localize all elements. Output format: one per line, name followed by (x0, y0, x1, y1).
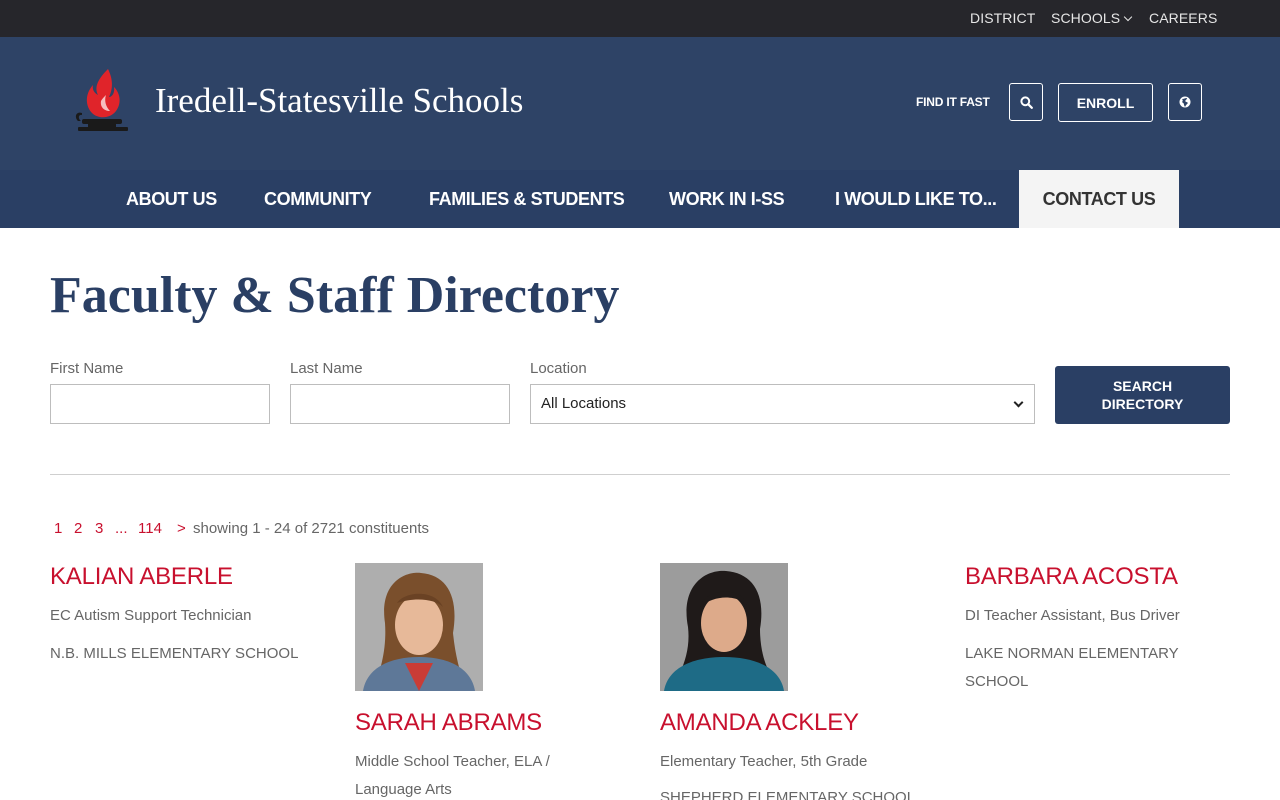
header-search-button[interactable] (1009, 83, 1043, 121)
utility-link-district[interactable]: DISTRICT (970, 10, 1035, 26)
search-directory-button[interactable]: SEARCH DIRECTORY (1055, 366, 1230, 424)
main-nav: ABOUT US COMMUNITY FAMILIES & STUDENTS W… (0, 170, 1280, 228)
chevron-down-icon (1013, 397, 1024, 408)
nav-item-contact-us[interactable]: CONTACT US (1019, 170, 1179, 228)
last-name-label: Last Name (290, 360, 363, 377)
chevron-down-icon (1123, 12, 1133, 22)
location-label: Location (530, 360, 587, 377)
utility-link-schools-label: SCHOOLS (1051, 10, 1121, 26)
search-directory-button-line1: SEARCH (1112, 378, 1173, 394)
location-select-value: All Locations (541, 395, 627, 412)
nav-item-community[interactable]: COMMUNITY (264, 170, 372, 228)
first-name-label: First Name (50, 360, 124, 377)
person-school-line2: SCHOOL (965, 673, 1029, 690)
person-school: N.B. MILLS ELEMENTARY SCHOOL (50, 645, 299, 662)
flame-lamp-logo-icon[interactable] (70, 65, 132, 135)
find-it-fast-link[interactable]: FIND IT FAST (916, 95, 990, 109)
utility-link-careers[interactable]: CAREERS (1149, 10, 1217, 26)
pagination-info: showing 1 - 24 of 2721 constituents (193, 520, 429, 537)
person-name[interactable]: SARAH ABRAMS (355, 709, 542, 737)
person-school-line1: LAKE NORMAN ELEMENTARY (965, 645, 1179, 662)
person-photo[interactable] (660, 563, 788, 691)
nav-item-i-would-like-to[interactable]: I WOULD LIKE TO... (835, 170, 997, 228)
globe-icon (1179, 96, 1191, 108)
person-title: Elementary Teacher, 5th Grade (660, 753, 868, 770)
person-name[interactable]: BARBARA ACOSTA (965, 563, 1178, 591)
search-icon (1019, 95, 1033, 109)
person-title: EC Autism Support Technician (50, 607, 252, 624)
nav-item-about-us[interactable]: ABOUT US (126, 170, 217, 228)
utility-bar: DISTRICT SCHOOLS CAREERS (0, 0, 1280, 37)
person-photo[interactable] (355, 563, 483, 691)
utility-link-schools[interactable]: SCHOOLS (1051, 10, 1133, 26)
page-link-ellipsis[interactable]: ... (115, 520, 128, 537)
page-link-114[interactable]: 114 (138, 520, 162, 537)
language-button[interactable] (1168, 83, 1202, 121)
site-title[interactable]: Iredell-Statesville Schools (155, 81, 523, 121)
page-link-1[interactable]: 1 (54, 520, 62, 537)
divider (50, 474, 1230, 475)
nav-item-families-students[interactable]: FAMILIES & STUDENTS (429, 170, 625, 228)
page-link-2[interactable]: 2 (74, 520, 82, 537)
nav-item-work-in-iss[interactable]: WORK IN I-SS (669, 170, 785, 228)
person-name[interactable]: KALIAN ABERLE (50, 563, 233, 591)
page-link-3[interactable]: 3 (95, 520, 103, 537)
last-name-input[interactable] (290, 384, 510, 424)
person-school: LAKE NORMAN ELEMENTARY SCHOOL (965, 640, 1179, 696)
first-name-input[interactable] (50, 384, 270, 424)
person-title: Middle School Teacher, ELA / Language Ar… (355, 748, 550, 800)
page-title: Faculty & Staff Directory (50, 267, 620, 324)
person-title-line2: Language Arts (355, 781, 452, 798)
person-name[interactable]: AMANDA ACKLEY (660, 709, 859, 737)
page-next-link[interactable]: > (177, 520, 186, 537)
location-select[interactable]: All Locations (530, 384, 1035, 424)
site-header: Iredell-Statesville Schools FIND IT FAST… (0, 37, 1280, 170)
search-directory-button-line2: DIRECTORY (1101, 396, 1184, 412)
person-school: SHEPHERD ELEMENTARY SCHOOL (660, 789, 916, 800)
person-title-line1: Middle School Teacher, ELA / (355, 753, 550, 770)
person-title: DI Teacher Assistant, Bus Driver (965, 607, 1180, 624)
enroll-button[interactable]: ENROLL (1058, 83, 1153, 122)
